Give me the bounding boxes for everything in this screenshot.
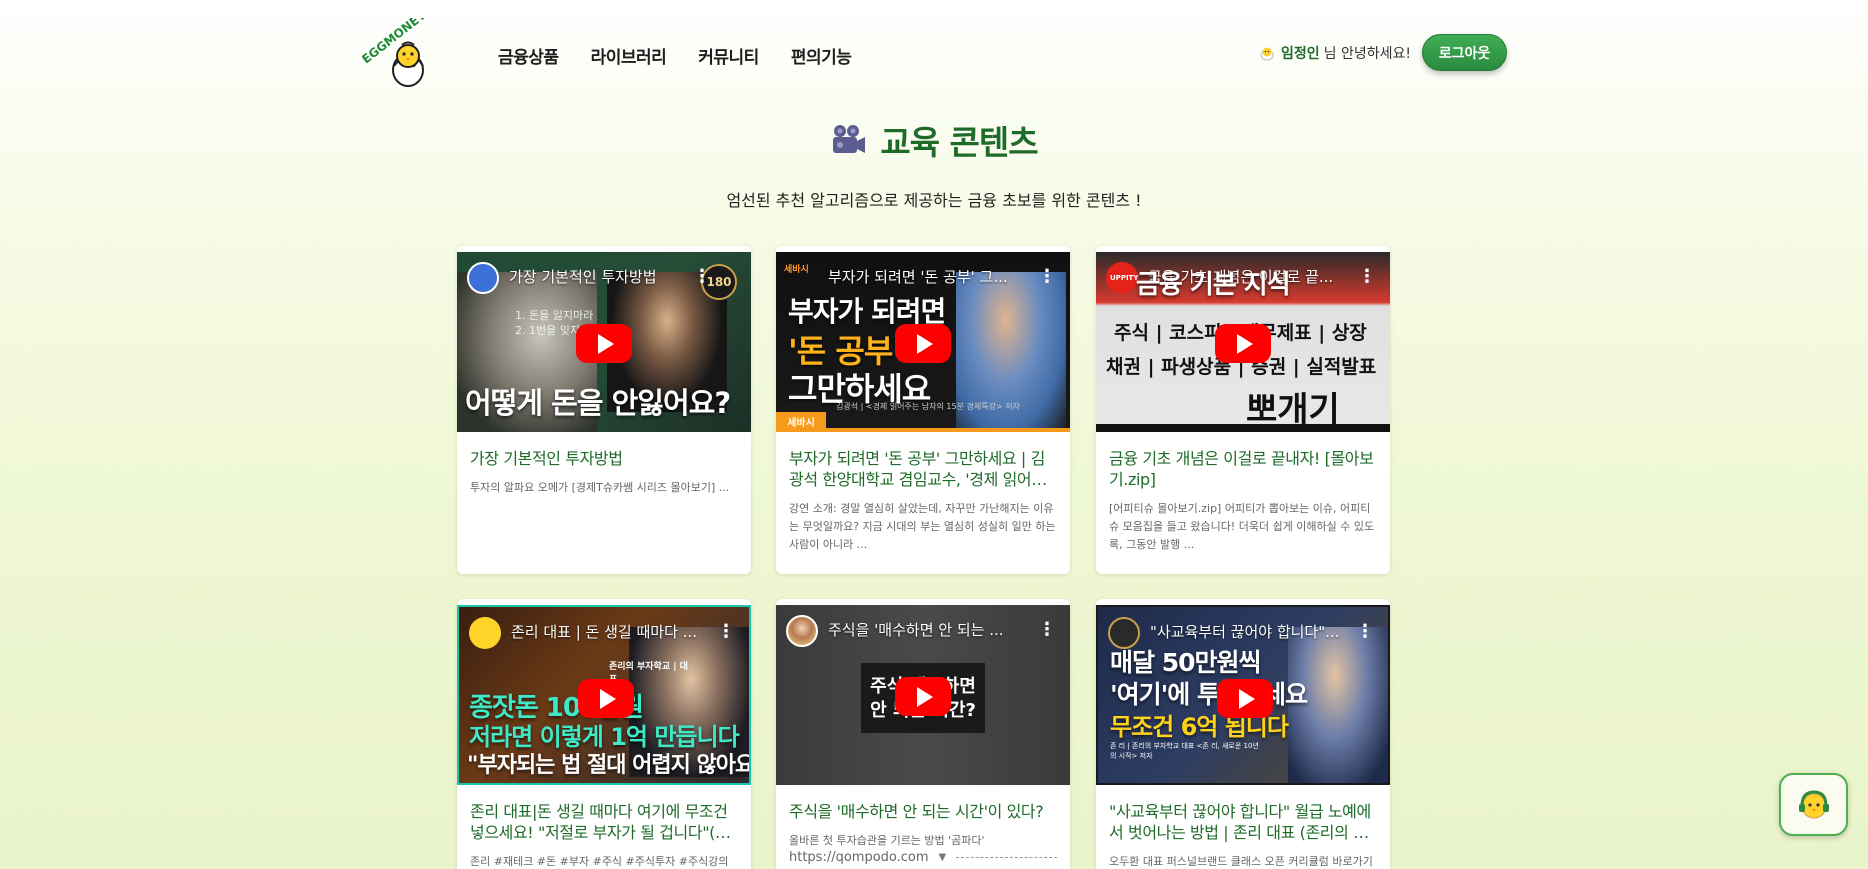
video-card[interactable]: 가장 기본적인 투자방법 180 ⋮ 1. 돈을 잃지마라 2. 1번을 잊지마… <box>457 246 751 574</box>
card-title[interactable]: 주식을 '매수하면 안 되는 시간'이 있다? <box>789 801 1057 822</box>
chick-icon <box>1260 47 1274 61</box>
youtube-play-icon[interactable] <box>1217 679 1273 718</box>
youtube-play-icon[interactable] <box>576 324 632 363</box>
more-options-icon[interactable]: ⋮ <box>1358 268 1376 286</box>
username: 임정인 <box>1281 46 1320 62</box>
youtube-play-icon[interactable] <box>895 677 951 716</box>
site-header: EGGMONEYNA 금융상품 라이브러리 커뮤니티 편의기능 임정인 님 안녕… <box>0 0 1868 105</box>
section-heading: 교육 콘텐츠 <box>0 116 1868 164</box>
video-card[interactable]: 존리 대표 | 돈 생길 때마다 ... ⋮ 존리의 부자학교 | 대표 종잣돈… <box>457 599 751 869</box>
video-embed-title[interactable]: 부자가 되려면 '돈 공부' 그... <box>828 266 1028 287</box>
youtube-play-icon[interactable] <box>1215 324 1271 363</box>
thumb-caption-2: '여기'에 투자하세요 <box>1110 680 1308 709</box>
thumb-caption-1: 금융 기본 지식 <box>1136 270 1291 300</box>
card-title[interactable]: 가장 기본적인 투자방법 <box>470 448 738 469</box>
nav-item-community[interactable]: 커뮤니티 <box>698 43 759 68</box>
video-thumbnail[interactable]: 세바시 부자가 되려면 '돈 공부' 그... ⋮ 부자가 되려면 '돈 공부'… <box>776 252 1070 432</box>
caret-down-icon: ▼ <box>938 852 947 863</box>
youtube-play-icon[interactable] <box>895 324 951 363</box>
card-description: 투자의 알파요 오메가 [경제T슈카쌤 시리즈 몰아보기] ... <box>470 481 730 494</box>
main-nav: 금융상품 라이브러리 커뮤니티 편의기능 <box>498 43 883 68</box>
video-thumbnail[interactable]: 존리 대표 | 돈 생길 때마다 ... ⋮ 존리의 부자학교 | 대표 종잣돈… <box>457 605 751 785</box>
thumb-small-text: 김광석 | <경제 읽어주는 남자의 15분 경제특강> 저자 <box>836 402 1020 411</box>
divider <box>956 857 1057 858</box>
nav-item-financial-products[interactable]: 금융상품 <box>498 43 559 68</box>
card-description: 오두환 대표 퍼스널브랜드 클래스 오픈 커리큘럼 바로가기 <box>1109 855 1373 868</box>
more-options-icon[interactable]: ⋮ <box>717 623 735 641</box>
card-desc-link[interactable]: https://qompodo.com <box>789 850 929 865</box>
channel-tag[interactable]: 세바시 <box>784 262 812 290</box>
card-title[interactable]: 부자가 되려면 '돈 공부' 그만하세요 | 김광석 한양대학교 겸임교수, '… <box>789 448 1057 490</box>
user-greeting: 임정인 님 안녕하세요! <box>1259 43 1411 63</box>
card-title[interactable]: 금융 기초 개념은 이걸로 끝내자! [몰아보기.zip] <box>1109 448 1377 490</box>
page-subtitle: 엄선된 추천 알고리즘으로 제공하는 금융 초보를 위한 콘텐츠 ! <box>726 191 1142 210</box>
more-options-icon[interactable]: ⋮ <box>1356 623 1374 641</box>
more-options-icon[interactable]: ⋮ <box>693 268 711 286</box>
eggmoneyna-logo[interactable]: EGGMONEYNA <box>362 18 454 90</box>
video-card[interactable]: 주식을 '매수하면 안 되는 ... ⋮ 주식 매수하면 안 되는 시간? 주식… <box>776 599 1070 869</box>
channel-avatar[interactable] <box>469 617 501 649</box>
video-camera-icon <box>833 125 866 153</box>
thumb-caption: 어떻게 돈을 안잃어요? <box>465 386 731 420</box>
nav-item-convenience[interactable]: 편의기능 <box>791 43 852 68</box>
video-embed-title[interactable]: 존리 대표 | 돈 생길 때마다 ... <box>511 621 711 642</box>
chatbot-button[interactable] <box>1779 773 1848 836</box>
card-description: 강연 소개: 경말 열심히 살았는데, 자꾸만 가난해지는 이유는 무엇일까요?… <box>789 502 1056 551</box>
card-description: 존리 #재테크 #돈 #부자 #주식 #주식투자 #주식강의 <box>470 855 729 868</box>
video-embed-title[interactable]: 주식을 '매수하면 안 되는 ... <box>828 619 1028 640</box>
thumb-caption-1: 매달 50만원씩 <box>1110 648 1261 677</box>
video-thumbnail[interactable]: 가장 기본적인 투자방법 180 ⋮ 1. 돈을 잃지마라 2. 1번을 잊지마… <box>457 252 751 432</box>
greeting-text: 님 안녕하세요! <box>1323 46 1411 62</box>
video-thumbnail[interactable]: 주식을 '매수하면 안 되는 ... ⋮ 주식 매수하면 안 되는 시간? <box>776 605 1070 785</box>
page-title: 교육 콘텐츠 <box>880 123 1038 162</box>
video-thumbnail[interactable]: UPPITY 금융 기초 개념은 이걸로 끝... ⋮ 금융 기본 지식 주식 … <box>1096 252 1390 432</box>
more-options-icon[interactable]: ⋮ <box>1038 621 1056 639</box>
card-title[interactable]: "사교육부터 끊어야 합니다" 월급 노예에서 벗어나는 방법 | 존리 대표 … <box>1109 801 1377 843</box>
card-description: 올바른 첫 투자습관을 기르는 방법 '곰파다' <box>789 834 985 847</box>
youtube-play-icon[interactable] <box>578 679 634 718</box>
video-embed-title[interactable]: 가장 기본적인 투자방법 <box>509 266 709 287</box>
nav-item-library[interactable]: 라이브러리 <box>591 43 667 68</box>
more-options-icon[interactable]: ⋮ <box>1038 268 1056 286</box>
video-embed-title[interactable]: "사교육부터 끊어야 합니다"... <box>1150 621 1350 642</box>
channel-tag: UPPITY <box>1110 274 1139 282</box>
video-card[interactable]: "사교육부터 끊어야 합니다"... ⋮ 매달 50만원씩 '여기'에 투자하세… <box>1096 599 1390 869</box>
chatbot-headset-icon <box>1798 789 1829 818</box>
thumb-small-text: 존 리 | 존리의 부자학교 대표 <존 리, 새로운 10년의 시작> 저자 <box>1110 742 1259 760</box>
card-title[interactable]: 존리 대표|돈 생길 때마다 여기에 무조건 넣으세요! "저절로 부자가 될 … <box>470 801 738 843</box>
video-thumbnail[interactable]: "사교육부터 끊어야 합니다"... ⋮ 매달 50만원씩 '여기'에 투자하세… <box>1096 605 1390 785</box>
logout-button[interactable]: 로그아웃 <box>1422 34 1507 71</box>
card-desc-link-row: https://qompodo.com ▼ <box>789 850 1057 865</box>
channel-avatar[interactable] <box>467 262 499 294</box>
channel-avatar[interactable] <box>786 615 818 647</box>
thumb-caption-3: "부자되는 법 절대 어렵지 않아요" <box>467 753 751 778</box>
video-card[interactable]: 세바시 부자가 되려면 '돈 공부' 그... ⋮ 부자가 되려면 '돈 공부'… <box>776 246 1070 574</box>
video-card[interactable]: UPPITY 금융 기초 개념은 이걸로 끝... ⋮ 금융 기본 지식 주식 … <box>1096 246 1390 574</box>
card-description: [어피티슈 몰아보기.zip] 어피티가 뽑아보는 이슈, 어피티슈 모음집을 … <box>1109 502 1375 551</box>
